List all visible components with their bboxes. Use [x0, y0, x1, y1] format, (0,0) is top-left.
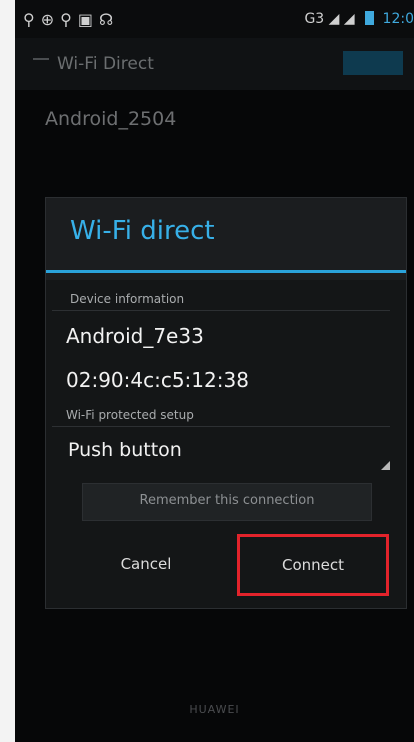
settings-action-bar: Wi-Fi Direct — [15, 38, 414, 90]
phone-screen: ⚲⊕⚲▣☊ G3 ◢ ◢ 12:0 Wi-Fi Direct Android_2… — [15, 0, 414, 742]
back-icon[interactable] — [33, 58, 49, 60]
screenshot-border — [0, 0, 15, 742]
signal-icons: G3 ◢ ◢ — [304, 11, 355, 27]
cancel-button[interactable]: Cancel — [76, 534, 216, 594]
settings-title: Wi-Fi Direct — [57, 54, 154, 74]
search-peers-button[interactable] — [343, 51, 403, 75]
remember-connection-button[interactable]: Remember this connection — [82, 483, 372, 521]
brand-logo: HUAWEI — [189, 703, 240, 716]
status-bar: ⚲⊕⚲▣☊ G3 ◢ ◢ 12:0 — [15, 0, 414, 38]
remember-connection-label: Remember this connection — [139, 493, 315, 508]
peer-mac-address: 02:90:4c:c5:12:38 — [66, 368, 249, 392]
divider — [52, 310, 390, 311]
dialog-title: Wi-Fi direct — [70, 216, 215, 246]
connect-button[interactable]: Connect — [237, 534, 389, 596]
wps-method-value: Push button — [68, 439, 182, 461]
notification-icons: ⚲⊕⚲▣☊ — [23, 10, 120, 29]
my-device-name: Android_2504 — [45, 108, 177, 130]
battery-icon — [365, 11, 375, 25]
dialog-body: Device information Android_7e33 02:90:4c… — [46, 280, 406, 608]
wps-label: Wi-Fi protected setup — [66, 408, 194, 422]
wifi-direct-dialog: Wi-Fi direct Device information Android_… — [45, 197, 407, 609]
status-indicators: G3 ◢ ◢ 12:0 — [304, 11, 414, 27]
device-info-label: Device information — [70, 292, 185, 306]
wps-method-spinner[interactable]: Push button — [60, 432, 390, 472]
divider — [52, 426, 390, 427]
status-time: 12:0 — [382, 11, 414, 27]
peer-device-name: Android_7e33 — [66, 324, 204, 348]
title-divider — [46, 270, 406, 273]
spinner-corner-icon — [381, 461, 390, 470]
